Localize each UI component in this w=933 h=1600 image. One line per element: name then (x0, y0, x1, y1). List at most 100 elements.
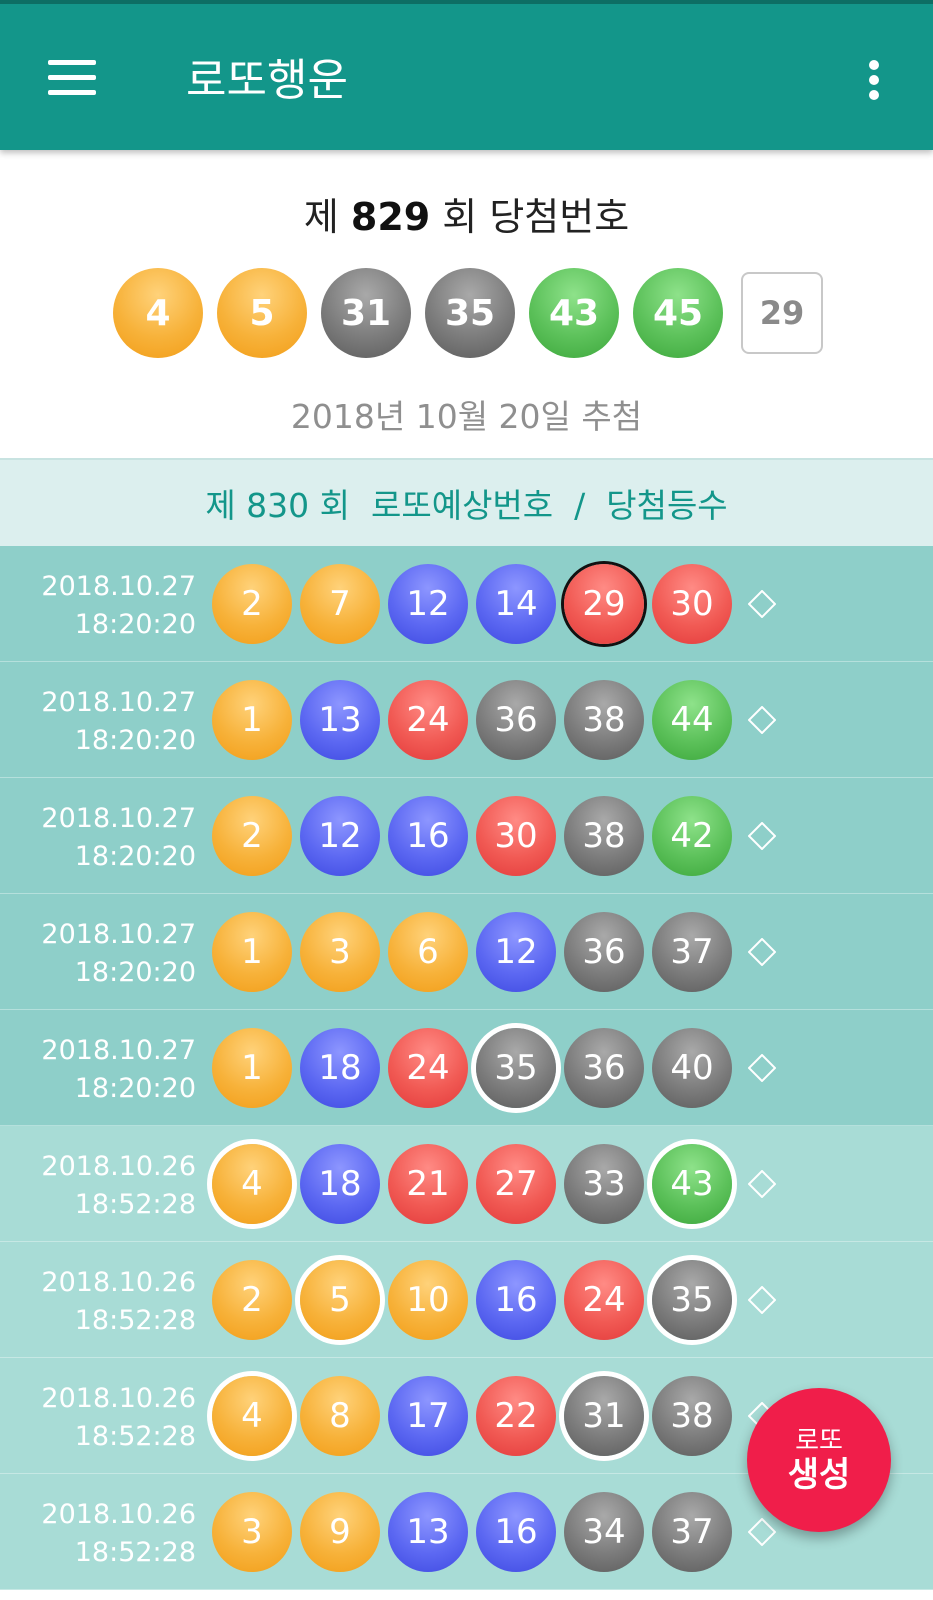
number-ball: 24 (388, 1028, 468, 1108)
title-prefix: 제 (303, 195, 351, 239)
matched-number-ball: 4 (212, 1376, 292, 1456)
diamond-outline-icon[interactable] (748, 1286, 776, 1314)
row-timestamp: 2018.10.26 18:52:28 (41, 1496, 196, 1572)
generate-lotto-button[interactable]: 로또 생성 (747, 1388, 891, 1532)
matched-number-ball: 5 (300, 1260, 380, 1340)
number-ball: 38 (564, 680, 644, 760)
number-ball: 18 (300, 1028, 380, 1108)
row-timestamp: 2018.10.27 18:20:20 (41, 684, 196, 760)
matched-number-ball: 43 (652, 1144, 732, 1224)
hamburger-line (48, 75, 96, 80)
row-time: 18:52:28 (74, 1421, 196, 1452)
number-ball: 1 (212, 1028, 292, 1108)
prediction-row[interactable]: 2018.10.27 18:20:20 1 13 24 36 38 44 (0, 662, 933, 778)
number-ball: 22 (476, 1376, 556, 1456)
number-ball: 3 (212, 1492, 292, 1572)
menu-button[interactable] (40, 48, 104, 108)
fab-label-line1: 로또 (795, 1426, 843, 1456)
diamond-outline-icon[interactable] (748, 1054, 776, 1082)
winning-numbers-panel: 제 829 회 당첨번호 4 5 31 35 43 45 29 2018년 10월 20일 … (0, 150, 933, 458)
row-balls: 2 5 10 16 24 35 (212, 1260, 740, 1340)
overflow-menu-button[interactable] (852, 54, 896, 106)
winning-title: 제 829 회 당첨번호 (0, 186, 933, 241)
row-date: 2018.10.27 (41, 919, 196, 950)
more-vert-icon (869, 60, 879, 70)
matched-number-ball: 29 (564, 564, 644, 644)
row-time: 18:52:28 (74, 1305, 196, 1336)
app-title: 로또행운 (186, 55, 348, 106)
number-ball: 24 (564, 1260, 644, 1340)
number-ball: 8 (300, 1376, 380, 1456)
matched-number-ball: 35 (652, 1260, 732, 1340)
row-time: 18:20:20 (74, 725, 196, 756)
draw-number: 829 (350, 195, 431, 239)
prediction-row[interactable]: 2018.10.27 18:20:20 1 18 24 35 36 40 (0, 1010, 933, 1126)
row-time: 18:52:28 (74, 1537, 196, 1568)
row-balls: 4 8 17 22 31 38 (212, 1376, 740, 1456)
diamond-outline-icon[interactable] (748, 938, 776, 966)
number-ball: 13 (300, 680, 380, 760)
row-timestamp: 2018.10.27 18:20:20 (41, 568, 196, 644)
prediction-row[interactable]: 2018.10.27 18:20:20 2 7 12 14 29 30 (0, 546, 933, 662)
matched-number-ball: 4 (212, 1144, 292, 1224)
number-ball: 17 (388, 1376, 468, 1456)
number-ball: 30 (476, 796, 556, 876)
number-ball: 7 (300, 564, 380, 644)
diamond-outline-icon[interactable] (748, 1170, 776, 1198)
row-date: 2018.10.26 (41, 1267, 196, 1298)
hamburger-menu-icon (48, 60, 96, 65)
row-time: 18:52:28 (74, 1189, 196, 1220)
matched-number-ball: 31 (564, 1376, 644, 1456)
row-balls: 2 7 12 14 29 30 (212, 564, 740, 644)
number-ball: 12 (300, 796, 380, 876)
row-balls: 2 12 16 30 38 42 (212, 796, 740, 876)
number-ball: 38 (564, 796, 644, 876)
diamond-outline-icon[interactable] (748, 1518, 776, 1546)
number-ball: 16 (476, 1260, 556, 1340)
number-ball: 36 (476, 680, 556, 760)
bonus-number: 29 (741, 272, 823, 354)
row-time: 18:20:20 (74, 1073, 196, 1104)
number-ball: 1 (212, 912, 292, 992)
winning-balls: 4 5 31 35 43 45 29 (113, 268, 823, 358)
prediction-row[interactable]: 2018.10.26 18:52:28 2 5 10 16 24 35 (0, 1242, 933, 1358)
number-ball: 2 (212, 1260, 292, 1340)
number-ball: 2 (212, 564, 292, 644)
row-timestamp: 2018.10.27 18:20:20 (41, 1032, 196, 1108)
row-date: 2018.10.26 (41, 1383, 196, 1414)
number-ball: 36 (564, 1028, 644, 1108)
number-ball: 34 (564, 1492, 644, 1572)
number-ball: 40 (652, 1028, 732, 1108)
row-date: 2018.10.27 (41, 803, 196, 834)
prediction-row[interactable]: 2018.10.26 18:52:28 4 18 21 27 33 43 (0, 1126, 933, 1242)
row-timestamp: 2018.10.26 18:52:28 (41, 1148, 196, 1224)
number-ball: 30 (652, 564, 732, 644)
diamond-outline-icon[interactable] (748, 590, 776, 618)
fab-label-line2: 생성 (787, 1455, 851, 1495)
number-ball: 36 (564, 912, 644, 992)
diamond-outline-icon[interactable] (748, 822, 776, 850)
more-vert-dot (869, 90, 879, 100)
prediction-row[interactable]: 2018.10.27 18:20:20 2 12 16 30 38 42 (0, 778, 933, 894)
number-ball: 14 (476, 564, 556, 644)
number-ball: 27 (476, 1144, 556, 1224)
number-ball: 12 (476, 912, 556, 992)
number-ball: 9 (300, 1492, 380, 1572)
matched-number-ball: 35 (476, 1028, 556, 1108)
row-date: 2018.10.26 (41, 1499, 196, 1530)
number-ball: 44 (652, 680, 732, 760)
row-date: 2018.10.27 (41, 571, 196, 602)
number-ball: 37 (652, 912, 732, 992)
number-ball: 42 (652, 796, 732, 876)
number-ball: 24 (388, 680, 468, 760)
diamond-outline-icon[interactable] (748, 706, 776, 734)
number-ball: 10 (388, 1260, 468, 1340)
row-date: 2018.10.27 (41, 1035, 196, 1066)
winning-ball: 31 (321, 268, 411, 358)
prediction-row[interactable]: 2018.10.27 18:20:20 1 3 6 12 36 37 (0, 894, 933, 1010)
number-ball: 38 (652, 1376, 732, 1456)
winning-ball: 43 (529, 268, 619, 358)
row-timestamp: 2018.10.26 18:52:28 (41, 1380, 196, 1456)
row-time: 18:20:20 (74, 609, 196, 640)
row-balls: 4 18 21 27 33 43 (212, 1144, 740, 1224)
